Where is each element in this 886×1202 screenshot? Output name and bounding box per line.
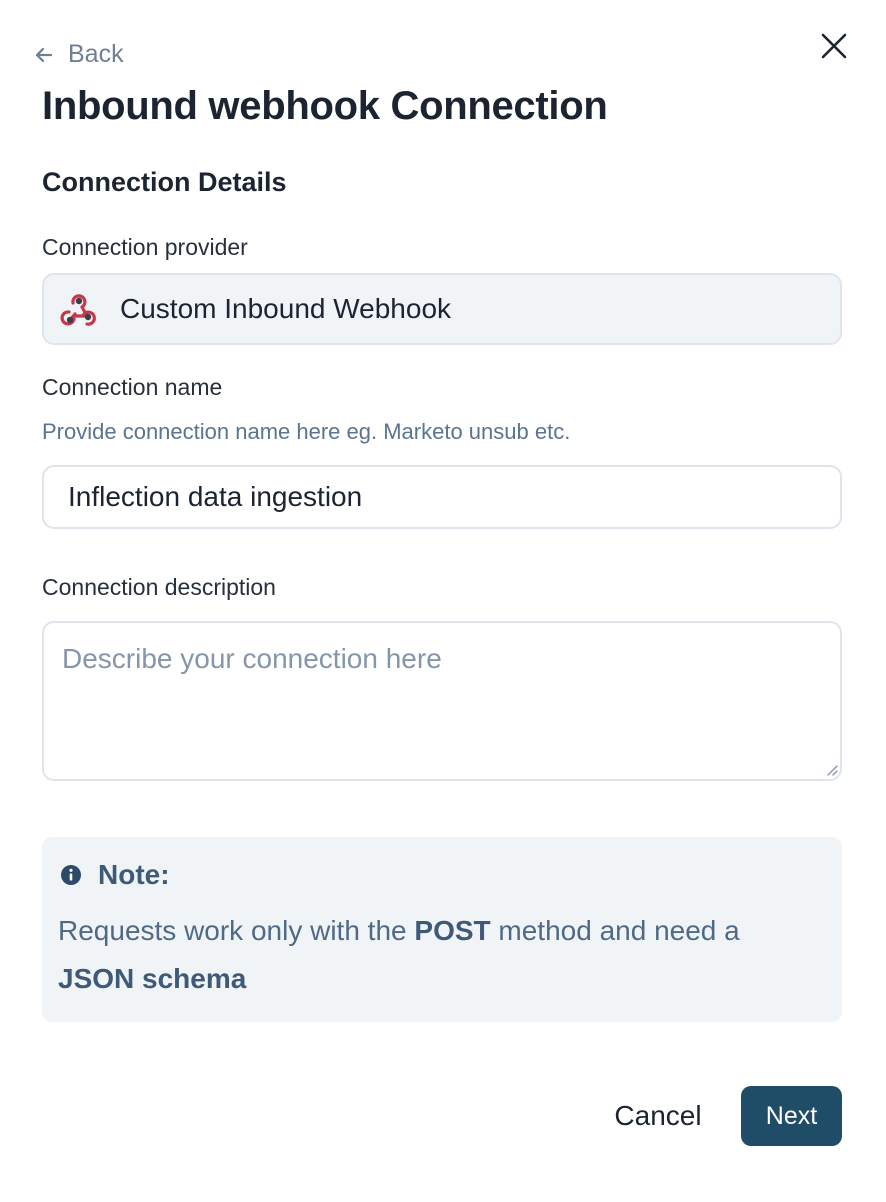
webhook-icon xyxy=(60,294,96,326)
close-button[interactable] xyxy=(814,26,854,66)
note-title: Note: xyxy=(98,859,170,890)
provider-label: Connection provider xyxy=(42,234,248,260)
note-body: Requests work only with the POST method … xyxy=(58,907,818,1003)
note-method: POST xyxy=(414,915,491,946)
note-text-2: method and need a xyxy=(490,915,740,946)
arrow-left-icon xyxy=(35,47,53,62)
description-label: Connection description xyxy=(42,574,276,600)
info-icon xyxy=(61,865,81,885)
note-schema: JSON schema xyxy=(58,963,247,994)
note-text-1: Requests work only with the xyxy=(58,915,415,946)
close-icon xyxy=(821,33,847,59)
connection-description-textarea[interactable]: Describe your connection here xyxy=(42,621,842,781)
connection-name-input[interactable]: Inflection data ingestion xyxy=(42,465,842,529)
next-button[interactable]: Next xyxy=(741,1086,842,1146)
note-box: Note: Requests work only with the POST m… xyxy=(42,837,842,1022)
note-header: Note: xyxy=(60,859,170,891)
name-label: Connection name xyxy=(42,374,223,400)
description-placeholder: Describe your connection here xyxy=(62,643,442,674)
provider-value: Custom Inbound Webhook xyxy=(120,293,452,324)
section-title: Connection Details xyxy=(42,167,287,197)
provider-field: Custom Inbound Webhook xyxy=(42,273,842,345)
connection-panel: Back Inbound webhook Connection Connecti… xyxy=(0,0,886,1202)
back-label: Back xyxy=(68,40,124,68)
back-link[interactable]: Back xyxy=(34,40,124,69)
cancel-button[interactable]: Cancel xyxy=(598,1090,718,1142)
resize-handle-icon[interactable] xyxy=(824,762,838,776)
page-title: Inbound webhook Connection xyxy=(42,84,608,128)
name-help-text: Provide connection name here eg. Marketo… xyxy=(42,419,571,444)
